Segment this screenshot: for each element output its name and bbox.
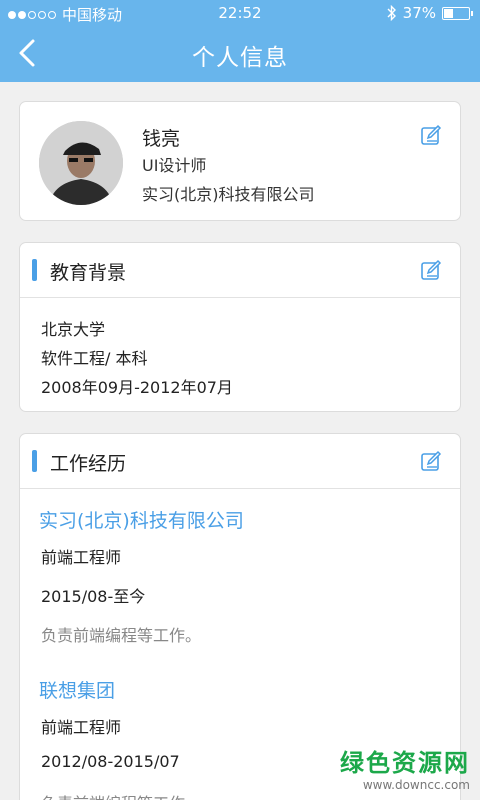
job-company[interactable]: 实习(北京)科技有限公司 [39,506,244,533]
avatar [39,121,123,205]
page-title: 个人信息 [192,45,288,71]
work-title: 工作经历 [50,453,127,475]
education-card: 教育背景 北京大学 软件工程/ 本科 2008年09月-2012年07月 [19,242,461,412]
watermark-url: www.downcc.com [362,778,470,792]
work-header: 工作经历 [20,434,460,489]
edit-education-icon[interactable] [420,259,442,281]
edit-profile-icon[interactable] [420,124,442,146]
profile-job-title: UI设计师 [142,156,207,175]
job-position: 前端工程师 [41,548,122,567]
education-header: 教育背景 [20,243,460,298]
job-description: 负责前端编程等工作。 [41,790,201,800]
profile-name: 钱亮 [142,128,181,150]
job-description: 负责前端编程等工作。 [41,626,202,645]
bluetooth-icon [387,5,396,21]
job-position: 前端工程师 [41,718,122,737]
battery-icon [442,6,473,20]
job-period: 2012/08-2015/07 [41,752,180,771]
battery-percent: 37% [402,4,436,22]
app-header: 中国移动 22:52 37% 个人信息 [0,0,480,82]
section-marker [32,259,37,281]
job-period: 2015/08-至今 [41,587,146,606]
profile-card: 钱亮 UI设计师 实习(北京)科技有限公司 [19,101,461,221]
education-title: 教育背景 [50,262,127,284]
watermark-text: 绿色资源网 [340,749,470,777]
education-period: 2008年09月-2012年07月 [41,378,233,397]
education-school: 北京大学 [41,320,106,339]
section-marker [32,450,37,472]
education-major: 软件工程/ 本科 [41,349,148,368]
watermark: 绿色资源网 www.downcc.com [340,743,470,792]
edit-work-icon[interactable] [420,450,442,472]
profile-company: 实习(北京)科技有限公司 [142,185,315,204]
status-bar: 中国移动 22:52 37% [0,0,480,26]
job-company[interactable]: 联想集团 [39,676,115,703]
